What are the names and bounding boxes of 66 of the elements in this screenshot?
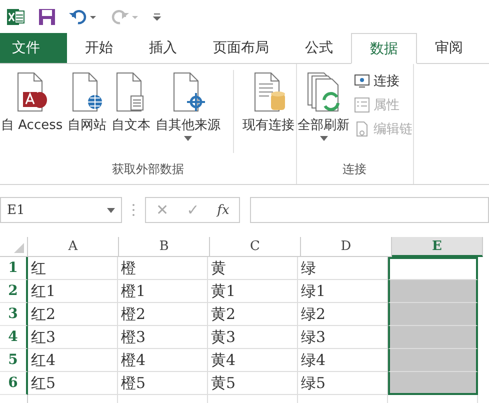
table-cell: 橙4 <box>118 349 208 372</box>
insert-function-button[interactable]: fx <box>217 202 230 218</box>
caret-icon <box>184 136 192 141</box>
column-header[interactable]: B <box>119 237 210 257</box>
grip-icon <box>132 203 135 217</box>
table-cell: 橙5 <box>118 372 208 395</box>
table-cell: 红3 <box>28 326 118 349</box>
table-cell: 红1 <box>28 280 118 303</box>
ribbon-tab[interactable]: 页面布局 <box>195 33 287 63</box>
ribbon-button[interactable]: 自网站 <box>66 70 108 153</box>
ribbon-button[interactable]: 自文本 <box>110 70 152 153</box>
table-cell: 红2 <box>28 303 118 326</box>
selected-cell[interactable] <box>388 349 478 372</box>
small-ribbon-icon <box>354 73 370 89</box>
ribbon-button[interactable]: 现有连接 <box>232 70 296 153</box>
name-box[interactable]: E1 <box>0 197 122 223</box>
ribbon-tab[interactable]: 数据 <box>351 33 417 64</box>
caret-icon <box>107 208 115 212</box>
table-cell: 黄4 <box>208 349 298 372</box>
table-cell: 橙2 <box>118 303 208 326</box>
row-header[interactable]: 2 <box>0 280 28 303</box>
ribbon-button[interactable]: 自其他来源 <box>154 70 222 153</box>
small-ribbon-icon <box>354 97 370 113</box>
ribbon-tab[interactable]: 开始 <box>67 33 131 63</box>
save-icon[interactable] <box>38 8 56 26</box>
column-header[interactable]: D <box>301 237 392 257</box>
ribbon-small-button[interactable]: 连接 <box>354 72 413 90</box>
spreadsheet-logo-icon <box>6 6 26 26</box>
table-cell: 橙3 <box>118 326 208 349</box>
selected-cell[interactable] <box>388 326 478 349</box>
selected-cell[interactable] <box>388 257 478 280</box>
small-ribbon-icon <box>354 121 370 137</box>
caret-icon <box>320 136 328 141</box>
table-cell: 黄5 <box>208 372 298 395</box>
table-cell: 红5 <box>28 372 118 395</box>
ribbon-tab[interactable]: 插入 <box>131 33 195 63</box>
table-cell: 黄1 <box>208 280 298 303</box>
column-header[interactable]: A <box>28 237 119 257</box>
column-header[interactable]: C <box>210 237 301 257</box>
table-cell: 黄 <box>208 257 298 280</box>
group-label: 连接 <box>342 161 368 178</box>
row-header[interactable]: 3 <box>0 303 28 326</box>
selected-cell[interactable] <box>388 372 478 395</box>
table-cell: 橙 <box>118 257 208 280</box>
ribbon-button[interactable]: 全部刷新 <box>296 70 351 153</box>
ribbon-tab[interactable]: 文件 <box>0 33 67 63</box>
table-cell: 红4 <box>28 349 118 372</box>
row-header[interactable]: 4 <box>0 326 28 349</box>
ribbon-tab[interactable]: 审阅 <box>417 33 481 63</box>
column-header[interactable]: E <box>392 237 483 257</box>
refresh-icon <box>306 72 342 112</box>
ribbon-tab[interactable]: 公式 <box>287 33 351 63</box>
formula-field[interactable] <box>250 197 489 223</box>
table-cell: 黄3 <box>208 326 298 349</box>
group-label: 获取外部数据 <box>110 161 185 178</box>
row-header[interactable]: 1 <box>0 257 28 280</box>
row-header[interactable]: 5 <box>0 349 28 372</box>
selected-cell[interactable] <box>388 280 478 303</box>
undo-icon[interactable] <box>68 8 98 26</box>
table-cell: 橙1 <box>118 280 208 303</box>
row-header[interactable]: 6 <box>0 372 28 395</box>
table-cell: 黄2 <box>208 303 298 326</box>
selected-cell[interactable] <box>388 303 478 326</box>
table-cell: 红 <box>28 257 118 280</box>
ribbon-button[interactable]: 自 Access <box>0 70 64 153</box>
select-all-icon <box>14 243 24 253</box>
